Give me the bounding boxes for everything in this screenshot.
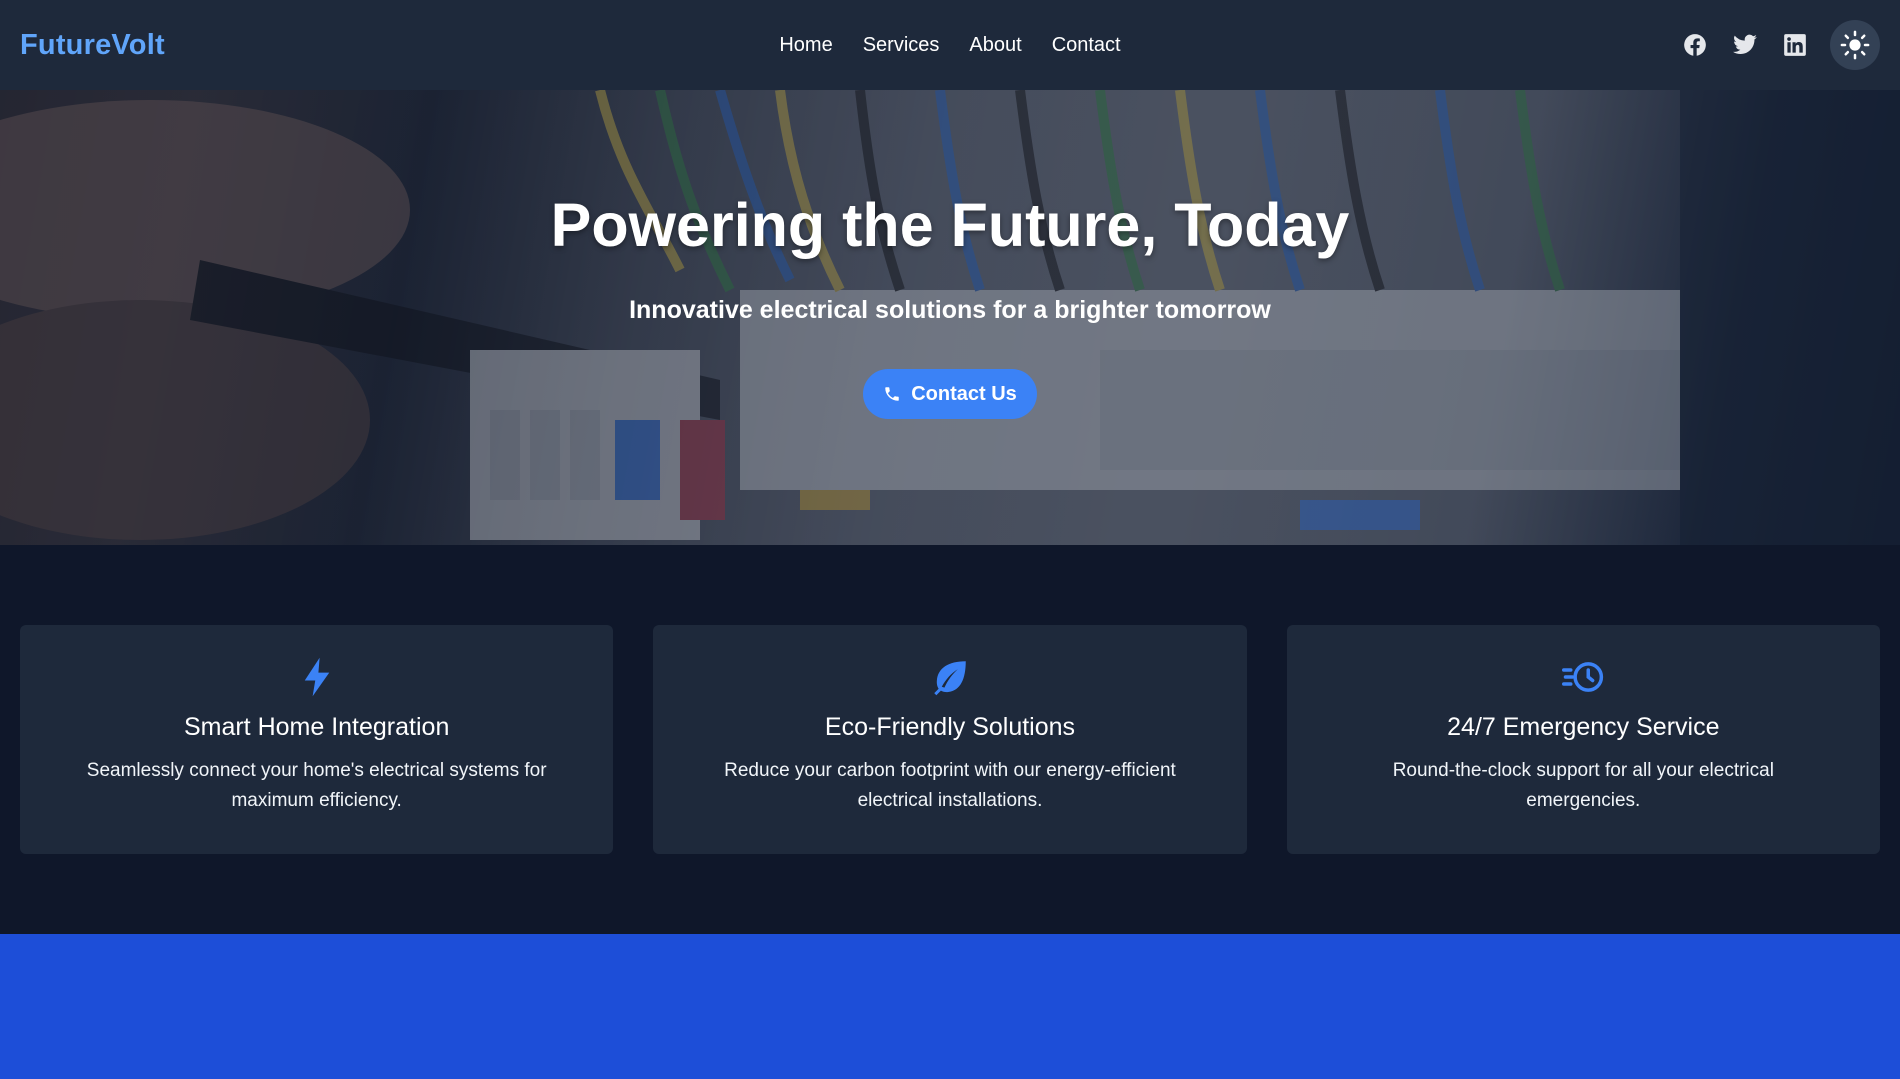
hero-subtitle: Innovative electrical solutions for a br… — [629, 296, 1271, 324]
features-section: Smart Home Integration Seamlessly connec… — [20, 625, 1880, 854]
nav-link-services[interactable]: Services — [863, 34, 940, 57]
phone-icon — [885, 387, 899, 401]
contact-us-button[interactable]: Contact Us — [863, 369, 1037, 419]
feature-card-emergency: 24/7 Emergency Service Round-the-clock s… — [1286, 625, 1880, 854]
hero-content: Powering the Future, Today Innovative el… — [0, 90, 1900, 545]
feature-description: Seamlessly connect your home's electrica… — [86, 760, 547, 811]
facebook-icon[interactable] — [1680, 30, 1710, 60]
hero-section: Powering the Future, Today Innovative el… — [0, 90, 1900, 545]
feature-title: Smart Home Integration — [183, 713, 450, 741]
theme-toggle-button[interactable] — [1830, 20, 1880, 70]
feature-description: Round-the-clock support for all your ele… — [1392, 760, 1774, 811]
feature-card-smart-home: Smart Home Integration Seamlessly connec… — [20, 625, 614, 854]
brand-logo[interactable]: FutureVolt — [20, 29, 165, 62]
lightning-bolt-icon — [295, 655, 339, 699]
feature-title: 24/7 Emergency Service — [1447, 713, 1720, 741]
sun-icon — [1840, 30, 1870, 60]
nav-link-about[interactable]: About — [969, 34, 1021, 57]
leaf-icon — [928, 655, 972, 699]
nav-link-home[interactable]: Home — [779, 34, 832, 57]
twitter-icon[interactable] — [1730, 30, 1760, 60]
hero-title: Powering the Future, Today — [550, 191, 1350, 259]
clock-fast-icon — [1561, 655, 1605, 699]
nav-actions — [1680, 20, 1880, 70]
feature-title: Eco-Friendly Solutions — [824, 713, 1076, 741]
linkedin-icon[interactable] — [1780, 30, 1810, 60]
navbar: FutureVolt Home Services About Contact — [0, 0, 1900, 90]
nav-link-contact[interactable]: Contact — [1052, 34, 1121, 57]
cta-band-section — [0, 934, 1900, 1079]
feature-card-eco-friendly: Eco-Friendly Solutions Reduce your carbo… — [653, 625, 1247, 854]
contact-us-label: Contact Us — [911, 382, 1017, 405]
feature-description: Reduce your carbon footprint with our en… — [724, 760, 1176, 811]
main-nav: Home Services About Contact — [0, 0, 1900, 90]
